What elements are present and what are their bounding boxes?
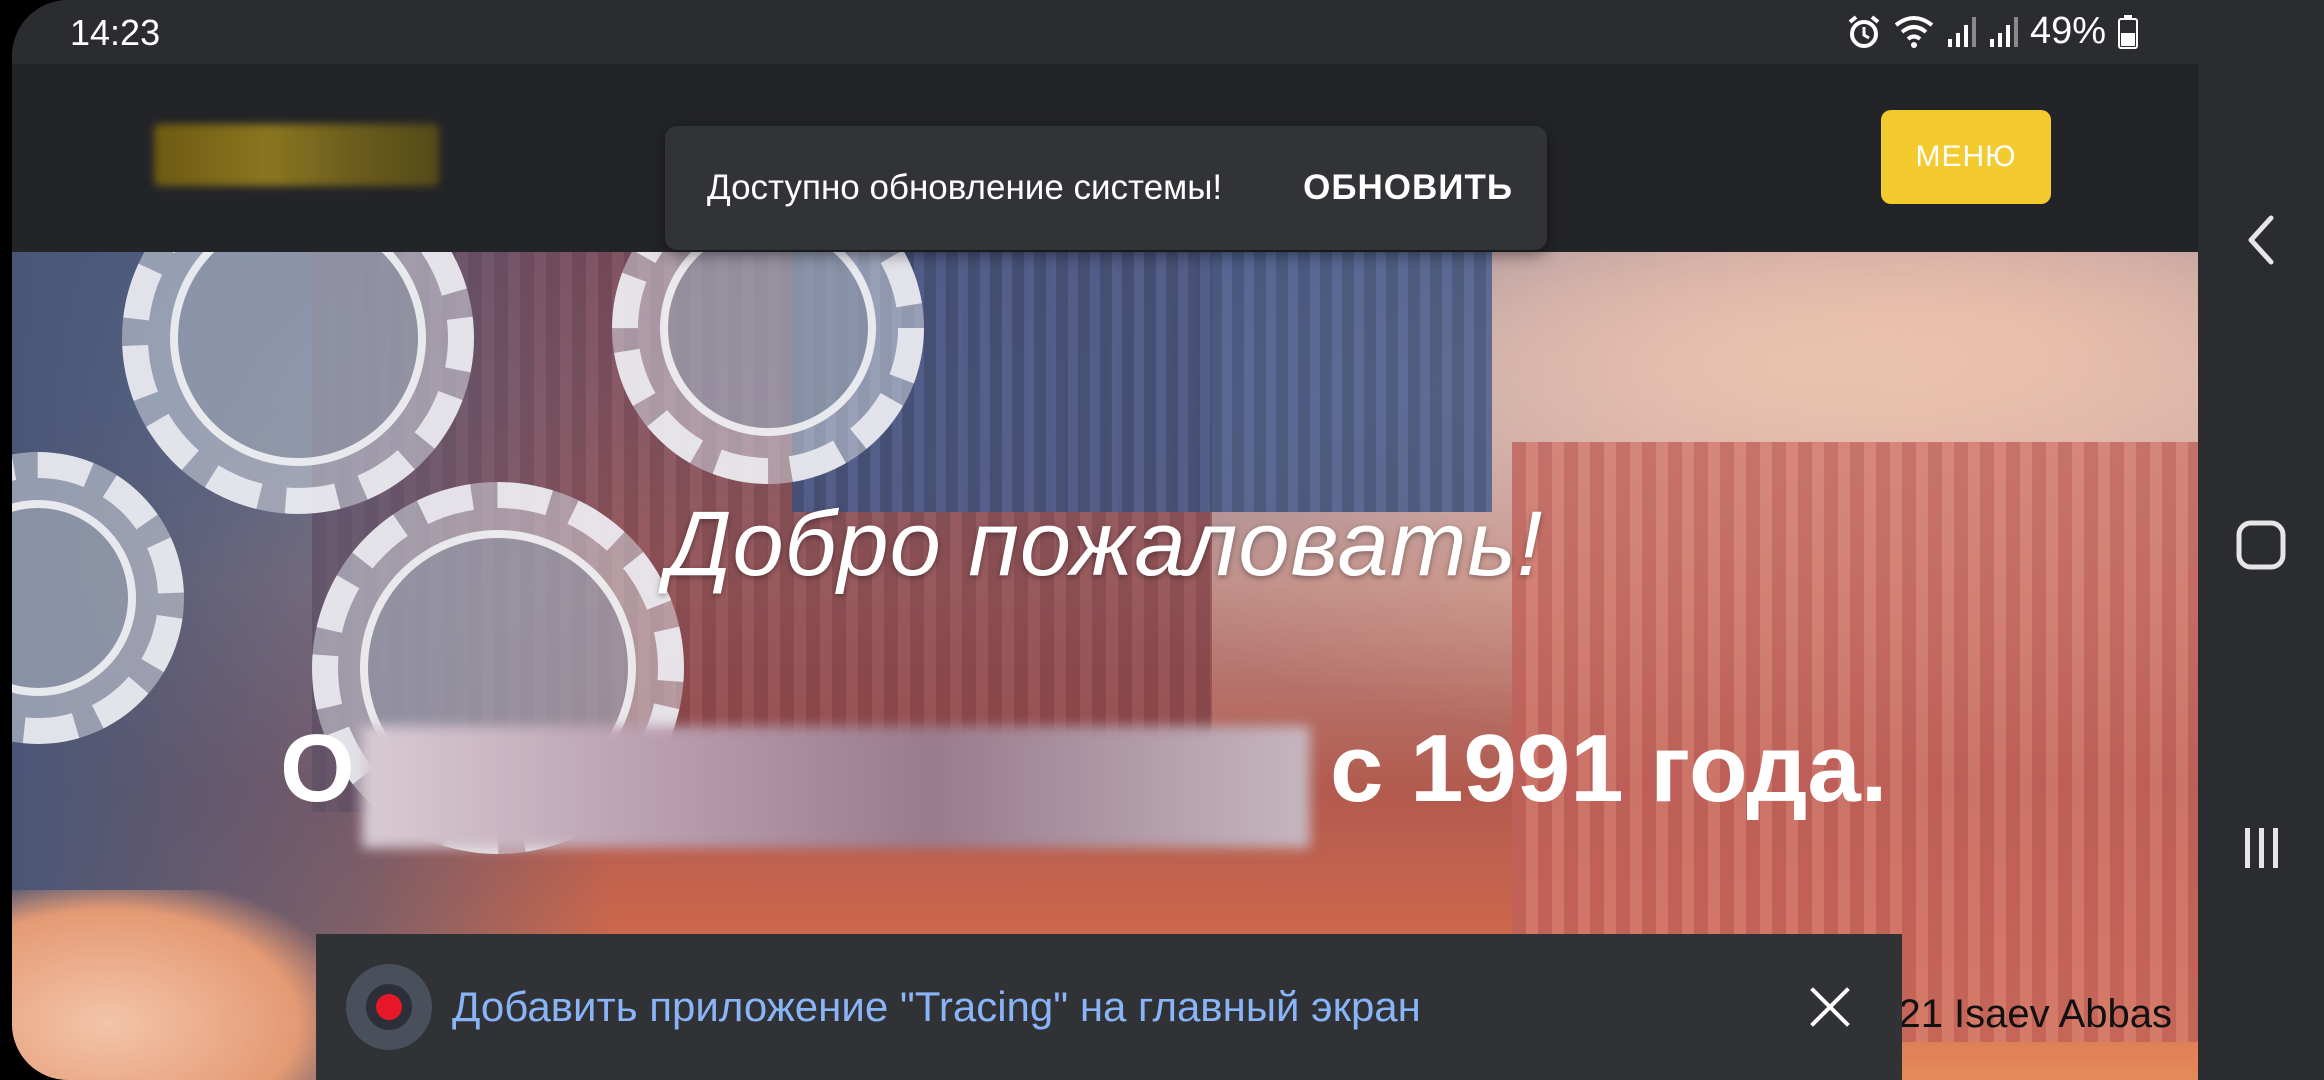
back-icon [2248,215,2274,265]
status-time: 14:23 [70,12,161,53]
home-icon [2236,520,2286,570]
add-to-home-text[interactable]: Добавить приложение "Tracing" на главный… [452,983,1421,1031]
system-update-snackbar: Доступно обновление системы! ОБНОВИТЬ [665,126,1547,250]
snackbar-message: Доступно обновление системы! [707,168,1223,207]
status-icons: 49% [1846,10,2138,53]
copyright-text: 21 Isaev Abbas [1898,992,2172,1036]
tracing-app-icon [346,964,432,1050]
update-button[interactable]: ОБНОВИТЬ [1303,168,1513,208]
status-bar: 14:23 49% [12,0,2198,64]
site-logo[interactable] [154,124,439,186]
hero-headline-prefix: О [280,715,355,822]
redacted-text [362,726,1310,848]
close-icon[interactable] [1808,985,1852,1029]
home-button[interactable] [2198,495,2324,595]
hero-greeting: Добро пожаловать! [666,493,1544,595]
navigation-bar [2198,0,2324,1080]
phone-screen: 14:23 49% МЕНЮ Доступно обновление систе… [12,0,2198,1080]
signal-icon [1989,16,2018,47]
hero-headline-suffix: с 1991 года. [1330,715,1888,822]
battery-percent: 49% [2029,10,2106,52]
recents-icon [2245,828,2278,868]
back-button[interactable] [2198,190,2324,290]
wifi-icon [1894,15,1934,48]
hand-image [12,890,332,1080]
signal-icon [1947,16,1976,47]
recents-button[interactable] [2198,798,2324,898]
menu-button[interactable]: МЕНЮ [1881,110,2051,204]
battery-icon [2118,14,2138,49]
add-to-home-banner[interactable]: Добавить приложение "Tracing" на главный… [316,934,1902,1080]
alarm-icon [1848,14,1880,48]
